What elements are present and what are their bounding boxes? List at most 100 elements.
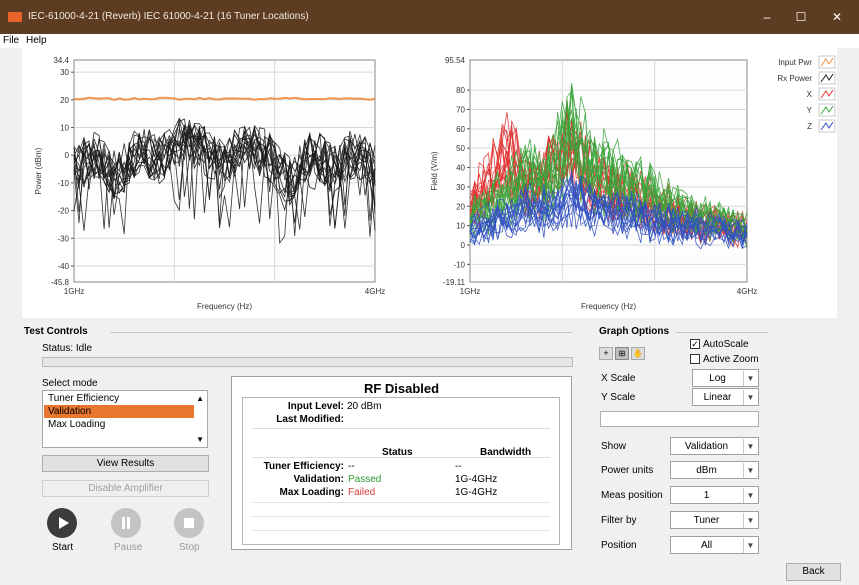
y-scale-select[interactable]: Linear ▼ [692, 388, 759, 406]
pause-icon [122, 517, 130, 529]
filter-by-label: Filter by [601, 515, 637, 526]
select-mode-label: Select mode [42, 378, 98, 389]
pause-label: Pause [114, 542, 143, 553]
power-y-tick-label: 10 [60, 124, 69, 133]
charts-area: 30 20 10 0 -10 -20 -30 -40 34.4 -45.8 1GHz 4GHz Freq… [22, 48, 837, 318]
start-button[interactable] [47, 508, 77, 538]
close-button[interactable]: ✕ [820, 6, 854, 28]
field-y-min-label: -19.11 [443, 278, 466, 287]
power-x-tick-label: 1GHz [64, 287, 84, 296]
field-y-tick-label: 0 [461, 241, 466, 250]
field-y-max-label: 95.54 [445, 56, 466, 65]
meas-position-value: 1 [703, 490, 710, 501]
power-y-tick-label: -20 [57, 207, 69, 216]
power-units-select[interactable]: dBm ▼ [670, 461, 759, 479]
chevron-down-icon: ▼ [743, 439, 757, 454]
divider [676, 332, 768, 333]
chevron-down-icon: ▼ [743, 463, 757, 478]
legend-label-y: Y [807, 106, 813, 115]
autoscale-checkbox[interactable]: ✓ [690, 339, 700, 349]
power-units-value: dBm [696, 465, 717, 476]
show-select[interactable]: Validation ▼ [670, 437, 759, 455]
max-loading-status: Failed [348, 487, 376, 498]
field-y-tick-label: 20 [456, 202, 465, 211]
field-x-tick-label: 4GHz [737, 287, 757, 296]
power-x-axis-label: Frequency (Hz) [197, 302, 252, 311]
validation-label: Validation: [293, 474, 344, 485]
legend-label-z: Z [807, 122, 812, 131]
divider [252, 502, 550, 503]
max-loading-bandwidth: 1G-4GHz [455, 487, 498, 498]
chevron-down-icon: ▼ [743, 513, 757, 528]
test-controls-title: Test Controls [24, 326, 88, 337]
stop-button[interactable] [174, 508, 204, 538]
mode-list[interactable]: Tuner Efficiency Validation Max Loading … [42, 390, 208, 448]
input-level-value: 20 dBm [347, 401, 382, 412]
disable-amplifier-button[interactable]: Disable Amplifier [42, 480, 209, 497]
power-units-label: Power units [601, 465, 654, 476]
power-y-tick-label: 20 [60, 96, 69, 105]
power-y-tick-label: -40 [57, 262, 69, 271]
chevron-down-icon: ▼ [743, 390, 757, 405]
zoom-toolbar: + ⊞ ✋ [599, 347, 659, 361]
filter-by-select[interactable]: Tuner ▼ [670, 511, 759, 529]
x-scale-select[interactable]: Log ▼ [692, 369, 759, 387]
tuner-efficiency-label: Tuner Efficiency: [263, 461, 344, 472]
back-button[interactable]: Back [786, 563, 841, 581]
tuner-efficiency-bandwidth: -- [455, 461, 462, 472]
legend-label-x: X [807, 90, 813, 99]
scroll-down-icon[interactable]: ▼ [196, 435, 204, 444]
position-value: All [700, 540, 713, 551]
pause-button[interactable] [111, 508, 141, 538]
divider [252, 516, 550, 517]
status-panel: RF Disabled Input Level: 20 dBm Last Mod… [231, 376, 572, 550]
active-zoom-checkbox[interactable] [690, 354, 700, 364]
pan-hand-icon[interactable]: ✋ [631, 347, 645, 360]
status-text: Status: Idle [42, 343, 93, 354]
chevron-down-icon: ▼ [743, 488, 757, 503]
position-label: Position [601, 540, 637, 551]
maximize-button[interactable]: ☐ [784, 6, 818, 28]
scroll-up-icon[interactable]: ▲ [196, 394, 204, 403]
crosshair-icon[interactable]: + [599, 347, 613, 360]
mode-item-max-loading[interactable]: Max Loading [44, 418, 194, 431]
x-scale-value: Log [709, 373, 726, 384]
field-x-axis-label: Frequency (Hz) [581, 302, 636, 311]
mode-item-tuner-efficiency[interactable]: Tuner Efficiency [44, 392, 194, 405]
autoscale-label: AutoScale [703, 339, 749, 350]
power-y-min-label: -45.8 [51, 278, 70, 287]
validation-bandwidth: 1G-4GHz [455, 474, 498, 485]
field-y-tick-label: -10 [453, 260, 465, 269]
zoom-box-icon[interactable]: ⊞ [615, 347, 629, 360]
info-field[interactable] [600, 411, 759, 427]
tuner-efficiency-status: -- [348, 461, 355, 472]
chevron-down-icon: ▼ [743, 371, 757, 386]
minimize-button[interactable]: – [750, 6, 784, 28]
title-bar: IEC-61000-4-21 (Reverb) IEC 61000-4-21 (… [0, 0, 859, 34]
show-label: Show [601, 441, 627, 452]
divider [252, 530, 550, 531]
field-y-tick-label: 80 [456, 86, 465, 95]
field-y-tick-label: 10 [456, 222, 465, 231]
view-results-button[interactable]: View Results [42, 455, 209, 472]
power-y-tick-label: -30 [57, 234, 69, 243]
power-x-tick-label: 4GHz [365, 287, 385, 296]
filter-by-value: Tuner [693, 515, 720, 526]
menu-bar: File Help [0, 34, 859, 48]
menu-help[interactable]: Help [26, 35, 47, 46]
position-select[interactable]: All ▼ [670, 536, 759, 554]
show-value: Validation [684, 441, 729, 452]
field-y-tick-label: 60 [456, 125, 465, 134]
x-scale-label: X Scale [601, 373, 636, 384]
field-y-tick-label: 50 [456, 144, 465, 153]
stop-icon [184, 518, 194, 528]
y-scale-value: Linear [703, 392, 732, 403]
charts-canvas[interactable]: 3020100-10-20-30-4034.4-45.81GHz 4GHzFreq… [22, 48, 837, 318]
menu-file[interactable]: File [3, 35, 19, 46]
mode-item-validation[interactable]: Validation [44, 405, 194, 418]
app-icon [8, 12, 22, 22]
meas-position-select[interactable]: 1 ▼ [670, 486, 759, 504]
legend-label-rx-power: Rx Power [777, 74, 812, 83]
last-modified-label: Last Modified: [276, 414, 344, 425]
power-y-axis-label: Power (dBm) [34, 147, 43, 194]
